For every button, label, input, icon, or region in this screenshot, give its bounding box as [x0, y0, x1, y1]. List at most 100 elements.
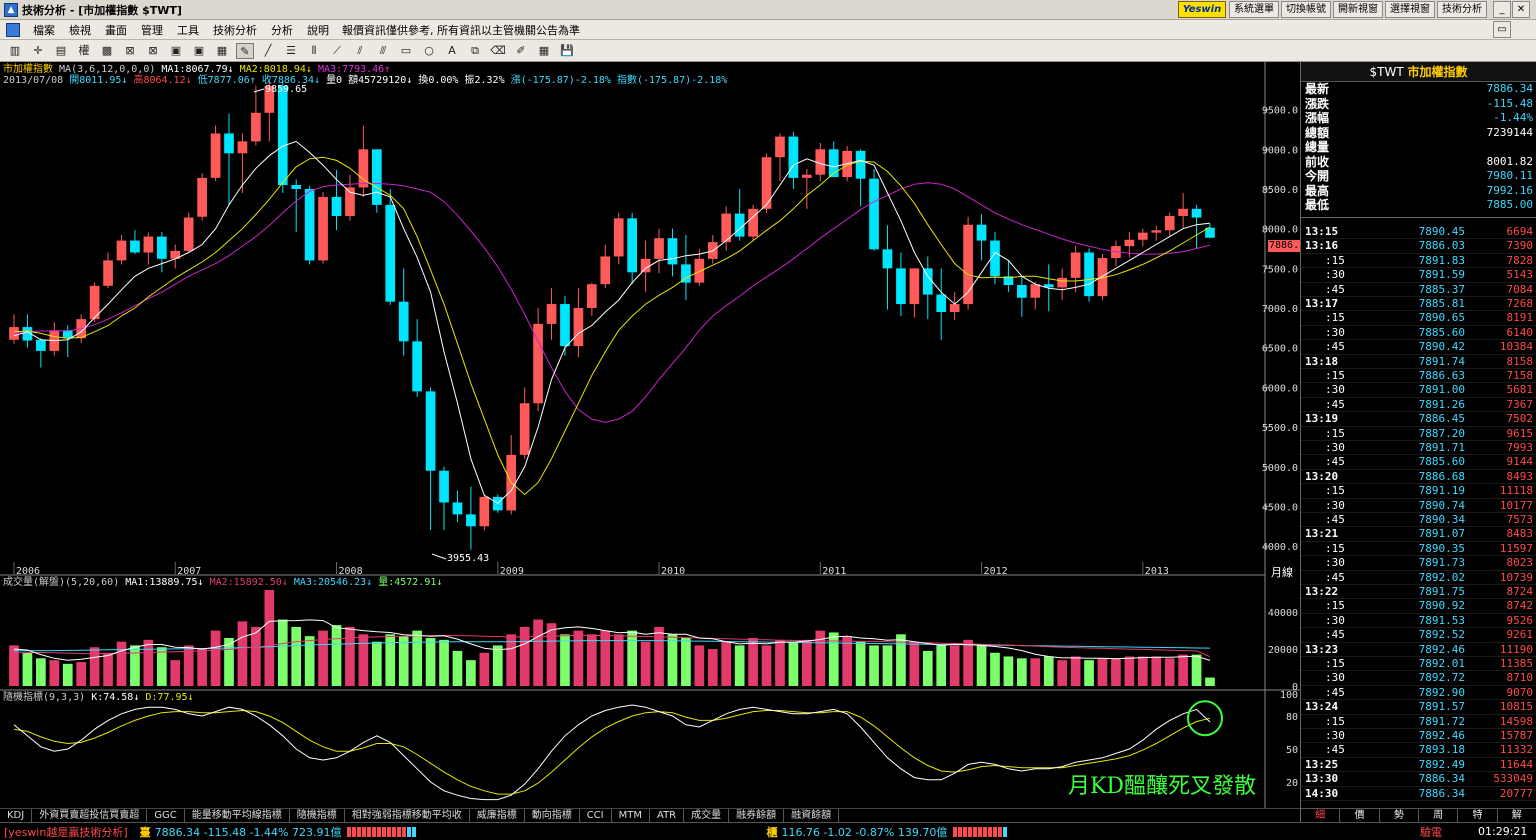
minimize-icon[interactable]: _ [1493, 1, 1511, 18]
tick-row[interactable]: :30 7891.71 7993 [1301, 441, 1536, 456]
erase-icon[interactable]: ⌫ [489, 43, 507, 59]
close-icon[interactable]: ✕ [1512, 1, 1530, 18]
tick-row[interactable]: 13:15 7890.45 6694 [1301, 225, 1536, 240]
tick-row[interactable]: :45 7890.42 10384 [1301, 340, 1536, 355]
tick-row[interactable]: 13:19 7886.45 7502 [1301, 412, 1536, 427]
palette-icon[interactable]: ▦ [535, 43, 553, 59]
tick-row[interactable]: 13:17 7885.81 7268 [1301, 297, 1536, 312]
pencil-icon[interactable]: ✎ [236, 42, 254, 59]
indicator-tab[interactable]: MTM [612, 809, 650, 822]
tick-row[interactable]: :30 7892.46 15787 [1301, 729, 1536, 744]
tick-row[interactable]: :15 7890.92 8742 [1301, 599, 1536, 614]
tick-row[interactable]: 14:30 7886.34 20777 [1301, 787, 1536, 801]
menu-file[interactable]: 檔案 [26, 22, 62, 38]
indicator-tab[interactable]: 融券餘額 [729, 809, 785, 822]
indicator-tab[interactable]: 能量移動平均線指標 [185, 809, 290, 822]
tick-row[interactable]: :15 7891.83 7828 [1301, 254, 1536, 269]
window-icon[interactable]: ▤ [52, 43, 70, 59]
menu-analysis[interactable]: 分析 [264, 22, 300, 38]
rights-icon[interactable]: 權 [75, 43, 93, 59]
menu-manage[interactable]: 管理 [134, 22, 170, 38]
tick-row[interactable]: :30 7892.72 8710 [1301, 671, 1536, 686]
indicator-tab[interactable]: 成交量 [684, 809, 730, 822]
tick-row[interactable]: :30 7891.53 9526 [1301, 614, 1536, 629]
tick-row[interactable]: :30 7891.59 5143 [1301, 268, 1536, 283]
tick-row[interactable]: :45 7893.18 11332 [1301, 743, 1536, 758]
tick-row[interactable]: :15 7891.19 11118 [1301, 484, 1536, 499]
crosshair-icon[interactable]: ✛ [29, 43, 47, 59]
tick-row[interactable]: :45 7892.52 9261 [1301, 628, 1536, 643]
tick-row[interactable]: 13:23 7892.46 11190 [1301, 643, 1536, 657]
cross-box2-icon[interactable]: ⊠ [144, 43, 162, 59]
system-menu-button[interactable]: 系統選單 [1229, 1, 1279, 18]
tick-row[interactable]: :45 7890.34 7573 [1301, 513, 1536, 528]
menu-view[interactable]: 檢視 [62, 22, 98, 38]
quote-panel-tab[interactable]: 價 [1340, 809, 1380, 822]
tick-row[interactable]: 13:30 7886.34 533049 [1301, 772, 1536, 787]
candle-chart-icon[interactable]: ▥ [6, 43, 24, 59]
cross-box-icon[interactable]: ⊠ [121, 43, 139, 59]
connection-status[interactable]: 驗電 [1420, 824, 1442, 840]
tick-row[interactable]: :15 7892.01 11385 [1301, 657, 1536, 672]
tick-row[interactable]: :30 7885.60 6140 [1301, 326, 1536, 341]
indicator-tab[interactable]: ATR [650, 809, 685, 822]
tick-row[interactable]: :15 7890.65 8191 [1301, 311, 1536, 326]
restore-icon[interactable]: ▭ [1493, 21, 1511, 38]
hline-icon[interactable]: ☰ [282, 43, 300, 59]
edit-icon[interactable]: ✐ [512, 43, 530, 59]
menu-help[interactable]: 說明 [300, 22, 336, 38]
indicator-tab[interactable]: 融資餘額 [784, 809, 840, 822]
tick-row[interactable]: 13:24 7891.57 10815 [1301, 700, 1536, 715]
tick-row[interactable]: :15 7891.72 14598 [1301, 715, 1536, 729]
fib-icon[interactable]: ⫽ [351, 43, 369, 59]
new-window-button[interactable]: 開新視窗 [1333, 1, 1383, 18]
line-icon[interactable]: ╱ [259, 43, 277, 59]
copy-icon[interactable]: ⧉ [466, 43, 484, 59]
tick-row[interactable]: 13:20 7886.68 8493 [1301, 470, 1536, 485]
vline-icon[interactable]: ⦀ [305, 43, 323, 59]
tick-row[interactable]: 13:25 7892.49 11644 [1301, 758, 1536, 773]
text-tool-icon[interactable]: A [443, 43, 461, 59]
quote-panel-tab[interactable]: 勢 [1380, 809, 1419, 822]
menu-screen[interactable]: 畫面 [98, 22, 134, 38]
switch-account-button[interactable]: 切換帳號 [1281, 1, 1331, 18]
layout3-icon[interactable]: ▦ [213, 43, 231, 59]
color-icon[interactable]: ▩ [98, 43, 116, 59]
circle-icon[interactable]: ○ [420, 43, 438, 59]
indicator-tab[interactable]: CCI [580, 809, 612, 822]
indicator-tab[interactable]: 相對強弱指標移動平均收 [345, 809, 470, 822]
select-window-button[interactable]: 選擇視窗 [1385, 1, 1435, 18]
indicator-tab[interactable]: 隨機指標 [290, 809, 345, 822]
save-icon[interactable]: 💾 [558, 43, 576, 59]
tick-row[interactable]: :30 7891.73 8023 [1301, 556, 1536, 571]
tick-row[interactable]: :45 7885.60 9144 [1301, 455, 1536, 470]
tick-row[interactable]: :45 7892.90 9070 [1301, 686, 1536, 701]
quote-panel-tab[interactable]: 細 [1301, 809, 1341, 822]
tick-row[interactable]: :15 7886.63 7158 [1301, 369, 1536, 384]
tick-row[interactable]: :15 7887.20 9615 [1301, 427, 1536, 441]
indicator-tab[interactable]: 威廉指標 [470, 809, 525, 822]
chart-canvas[interactable]: 9500.0 9000.0 8500.0 8000.0 7500.0 7000.0 6500… [0, 62, 1300, 808]
tick-row[interactable]: :45 7885.37 7084 [1301, 283, 1536, 297]
quote-panel-tab[interactable]: 解 [1498, 809, 1536, 822]
quote-panel-tab[interactable]: 特 [1458, 809, 1498, 822]
channel-icon[interactable]: ⫻ [374, 43, 392, 59]
indicator-tab[interactable]: GGC [147, 809, 185, 822]
layout2-icon[interactable]: ▣ [190, 43, 208, 59]
tick-row[interactable]: 13:18 7891.74 8158 [1301, 355, 1536, 369]
indicator-tab[interactable]: KDJ [0, 809, 33, 822]
tick-row[interactable]: :30 7890.74 10177 [1301, 499, 1536, 513]
layout-icon[interactable]: ▣ [167, 43, 185, 59]
tick-row[interactable]: :45 7892.02 10739 [1301, 571, 1536, 585]
menu-technical[interactable]: 技術分析 [206, 22, 264, 38]
rectangle-icon[interactable]: ▭ [397, 43, 415, 59]
tick-row[interactable]: :15 7890.35 11597 [1301, 542, 1536, 557]
menu-tools[interactable]: 工具 [170, 22, 206, 38]
indicator-tab[interactable]: 外資買賣超投信買賣超 [32, 809, 148, 822]
technical-chart[interactable]: 9500.0 9000.0 8500.0 8000.0 7500.0 7000.0 6500… [0, 62, 1307, 808]
tick-row[interactable]: 13:22 7891.75 8724 [1301, 585, 1536, 600]
tick-row[interactable]: :30 7891.00 5681 [1301, 383, 1536, 398]
tick-row[interactable]: 13:16 7886.03 7390 [1301, 239, 1536, 254]
tech-analysis-button[interactable]: 技術分析 [1437, 1, 1487, 18]
quote-panel-tab[interactable]: 周 [1419, 809, 1459, 822]
